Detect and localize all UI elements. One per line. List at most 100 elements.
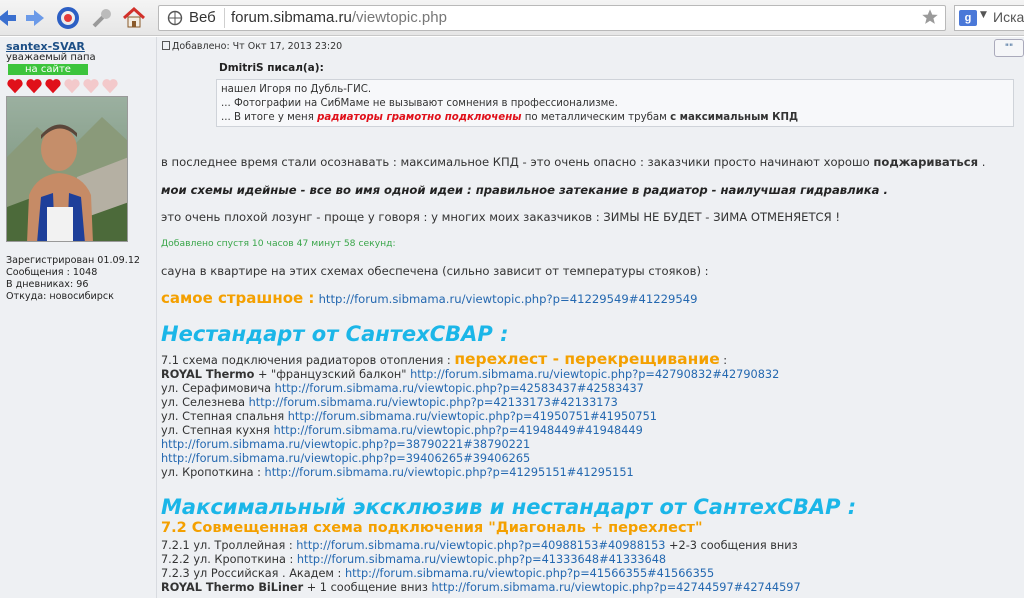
added-later-note: Добавлено спустя 10 часов 47 минут 58 се… xyxy=(161,238,396,249)
heading-nonstandard: Нестандарт от СантехСВАР : xyxy=(161,322,509,346)
kropotkina-label: ул. Кропоткина : xyxy=(161,466,265,479)
list-item: http://forum.sibmama.ru/viewtopic.php?p=… xyxy=(161,438,530,451)
forum-page: santex-SVAR уважаемый папа на сайте Заре… xyxy=(0,37,1024,598)
home-icon[interactable] xyxy=(122,6,146,30)
kropotkina-2-label: 7.2.2 ул. Кропоткина : xyxy=(161,553,297,566)
post-header: Добавлено: Чт Окт 17, 2013 23:20 xyxy=(162,41,342,52)
list-item: ROYAL Thermo + "французский балкон" http… xyxy=(161,368,779,381)
diary-count: В дневниках: 96 xyxy=(6,279,89,290)
list-item: ул. Степная спальня http://forum.sibmama… xyxy=(161,410,657,423)
avatar xyxy=(6,96,128,242)
kropotkina-link[interactable]: http://forum.sibmama.ru/viewtopic.php?p=… xyxy=(265,466,634,479)
scary-line: самое страшное : http://forum.sibmama.ru… xyxy=(161,289,697,307)
online-status-badge: на сайте xyxy=(8,64,88,75)
reputation-hearts xyxy=(6,77,120,95)
scheme-7-1-highlight: перехлест - перекрещивание xyxy=(454,350,720,368)
forward-arrow-icon[interactable] xyxy=(24,6,48,30)
paragraph-1-text: в последнее время стали осознавать : мак… xyxy=(161,155,874,169)
rossiyskaya-label: 7.2.3 ул Российская . Академ : xyxy=(161,567,345,580)
quote-block: нашел Игоря по Дубль-ГИС. ... Фотографии… xyxy=(216,79,1014,127)
list-item: ROYAL Thermo BiLiner + 1 сообщение вниз … xyxy=(161,581,801,594)
paragraph-1-bold: поджариваться xyxy=(873,155,979,169)
royal-biliner-link[interactable]: http://forum.sibmama.ru/viewtopic.php?p=… xyxy=(431,581,800,594)
scheme-7-1: 7.1 схема подключения радиаторов отоплен… xyxy=(161,350,727,368)
list-item: ул. Кропоткина : http://forum.sibmama.ru… xyxy=(161,466,634,479)
royal-thermo-label: ROYAL Thermo xyxy=(161,368,255,381)
heart-icon xyxy=(101,77,119,95)
serafimovicha-label: ул. Серафимовича xyxy=(161,382,275,395)
quote-button[interactable]: "" xyxy=(994,39,1024,57)
quote-highlight: радиаторы грамотно подключены xyxy=(317,112,522,123)
scary-label: самое страшное : xyxy=(161,289,315,307)
royal-biliner-text: + 1 сообщение вниз xyxy=(303,581,432,594)
quote-line-3: ... В итоге у меня радиаторы грамотно по… xyxy=(221,111,1009,125)
bookmark-star-icon[interactable] xyxy=(921,8,939,26)
google-logo-icon[interactable]: g xyxy=(959,10,977,26)
paragraph-1-end: . xyxy=(978,155,986,169)
heart-icon xyxy=(82,77,100,95)
web-chip-label: Веб xyxy=(189,9,216,26)
scheme-7-1-text: 7.1 схема подключения радиаторов отоплен… xyxy=(161,354,455,367)
url-text[interactable]: forum.sibmama.ru/viewtopic.php xyxy=(231,9,447,26)
url-path: /viewtopic.php xyxy=(351,9,447,26)
post-icon xyxy=(162,41,170,50)
royal-thermo-text: + "французский балкон" xyxy=(254,368,411,381)
stepnaya-kitchen-link[interactable]: http://forum.sibmama.ru/viewtopic.php?p=… xyxy=(274,424,643,437)
url-host: forum.sibmama.ru xyxy=(231,9,352,26)
message-count: Сообщения : 1048 xyxy=(6,267,98,278)
scary-link[interactable]: http://forum.sibmama.ru/viewtopic.php?p=… xyxy=(319,292,698,306)
list-item: ул. Степная кухня http://forum.sibmama.r… xyxy=(161,424,643,437)
back-arrow-icon[interactable] xyxy=(0,6,18,30)
quote-line-1: нашел Игоря по Дубль-ГИС. xyxy=(221,84,372,95)
forum-link-a[interactable]: http://forum.sibmama.ru/viewtopic.php?p=… xyxy=(161,438,530,451)
stepnaya-bedroom-link[interactable]: http://forum.sibmama.ru/viewtopic.php?p=… xyxy=(288,410,657,423)
kropotkina-2-link[interactable]: http://forum.sibmama.ru/viewtopic.php?p=… xyxy=(297,553,666,566)
list-item: ул. Селезнева http://forum.sibmama.ru/vi… xyxy=(161,396,618,409)
selezneva-link[interactable]: http://forum.sibmama.ru/viewtopic.php?p=… xyxy=(249,396,618,409)
paragraph-1: в последнее время стали осознавать : мак… xyxy=(161,155,985,169)
list-item: ул. Серафимовича http://forum.sibmama.ru… xyxy=(161,382,644,395)
list-item: http://forum.sibmama.ru/viewtopic.php?p=… xyxy=(161,452,530,465)
paragraph-3: это очень плохой лозунг - проще у говоря… xyxy=(161,210,841,224)
heart-icon xyxy=(6,77,24,95)
reload-icon[interactable] xyxy=(56,6,80,30)
royal-biliner-label: ROYAL Thermo BiLiner xyxy=(161,581,304,594)
post-body: Добавлено: Чт Окт 17, 2013 23:20 "" Dmit… xyxy=(158,37,1024,598)
search-box[interactable]: g ▼ Иска xyxy=(954,5,1024,31)
serafimovicha-link[interactable]: http://forum.sibmama.ru/viewtopic.php?p=… xyxy=(275,382,644,395)
heart-icon xyxy=(25,77,43,95)
trolleynaya-label: 7.2.1 ул. Троллейная : xyxy=(161,539,297,552)
trolleynaya-link[interactable]: http://forum.sibmama.ru/viewtopic.php?p=… xyxy=(296,539,665,552)
stepnaya-bedroom-label: ул. Степная спальня xyxy=(161,410,288,423)
paragraph-2: мои схемы идейные - все во имя одной иде… xyxy=(161,183,888,197)
forum-link-b[interactable]: http://forum.sibmama.ru/viewtopic.php?p=… xyxy=(161,452,530,465)
search-input[interactable]: Иска xyxy=(993,9,1024,25)
quote-line-3-mid: по металлическим трубам xyxy=(521,112,671,123)
address-bar[interactable]: Веб forum.sibmama.ru/viewtopic.php xyxy=(158,5,946,31)
quote-line-3-start: ... В итоге у меня xyxy=(221,112,318,123)
author-location: Откуда: новосибирск xyxy=(6,291,114,302)
royal-thermo-link[interactable]: http://forum.sibmama.ru/viewtopic.php?p=… xyxy=(410,368,779,381)
selezneva-label: ул. Селезнева xyxy=(161,396,249,409)
list-item: 7.2.2 ул. Кропоткина : http://forum.sibm… xyxy=(161,553,666,566)
trolleynaya-note: +2-3 сообщения вниз xyxy=(665,539,798,552)
author-rank: уважаемый папа xyxy=(6,52,96,63)
paragraph-4: сауна в квартире на этих схемах обеспече… xyxy=(161,264,709,278)
tools-icon[interactable] xyxy=(90,6,114,30)
quote-line-2: ... Фотографии на СибМаме не вызывают со… xyxy=(221,98,618,109)
list-item: 7.2.1 ул. Троллейная : http://forum.sibm… xyxy=(161,539,798,552)
chevron-down-icon[interactable]: ▼ xyxy=(980,10,987,20)
heart-icon xyxy=(44,77,62,95)
browser-toolbar: Веб forum.sibmama.ru/viewtopic.php g ▼ И… xyxy=(0,0,1024,36)
list-item: 7.2.3 ул Российская . Академ : http://fo… xyxy=(161,567,714,580)
scheme-7-1-end: : xyxy=(719,354,728,367)
author-stats: Зарегистрирован 01.09.12 Сообщения : 104… xyxy=(6,255,140,303)
web-chip[interactable]: Веб xyxy=(163,8,225,28)
globe-icon xyxy=(167,10,183,26)
registered-date: Зарегистрирован 01.09.12 xyxy=(6,255,141,266)
heading-scheme-7-2: 7.2 Совмещенная схема подключения "Диаго… xyxy=(161,520,703,536)
rossiyskaya-link[interactable]: http://forum.sibmama.ru/viewtopic.php?p=… xyxy=(345,567,714,580)
quote-line-3-bold: с максимальным КПД xyxy=(670,112,799,123)
quote-author: DmitriS писал(а): xyxy=(219,62,324,74)
post-date: Добавлено: Чт Окт 17, 2013 23:20 xyxy=(172,41,343,52)
